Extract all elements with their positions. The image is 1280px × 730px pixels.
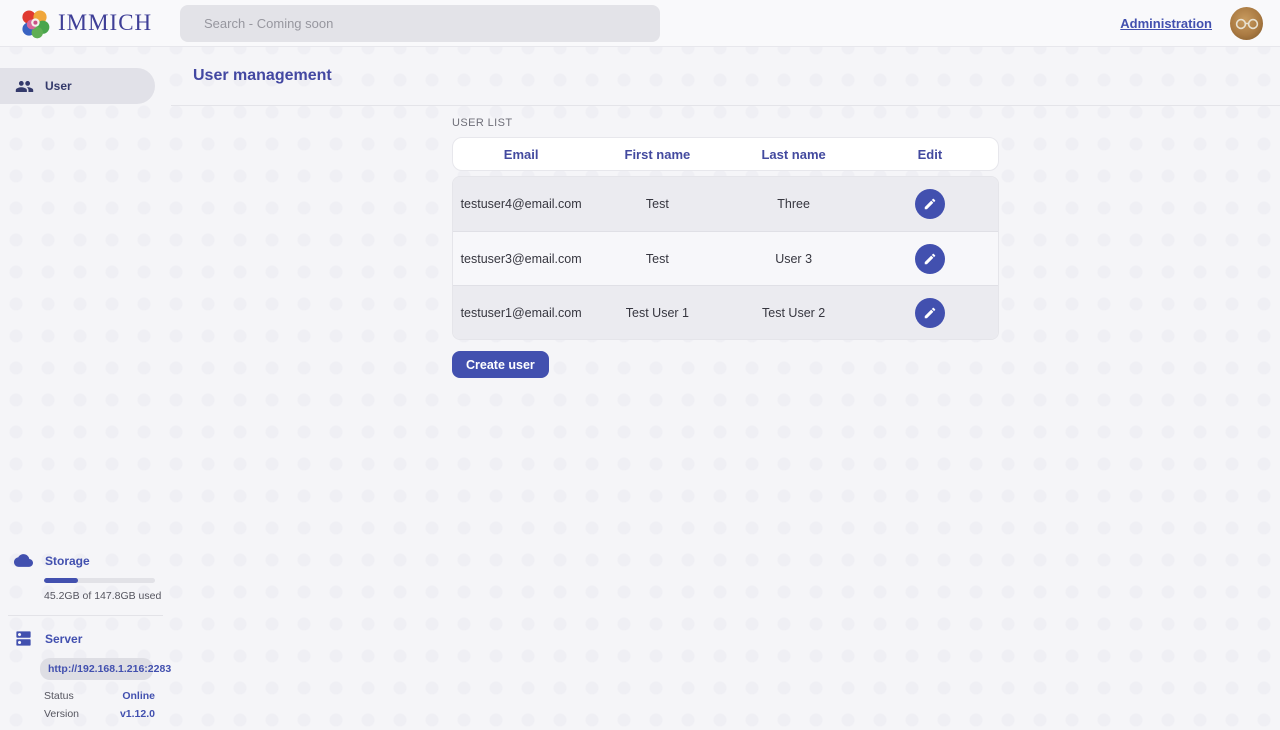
sidebar-item-user[interactable]: User <box>0 68 155 104</box>
status-label: Status <box>44 690 74 702</box>
table-row: testuser3@email.com Test User 3 <box>453 231 998 285</box>
administration-link[interactable]: Administration <box>1120 16 1212 31</box>
glasses-icon <box>1234 18 1260 30</box>
user-avatar[interactable] <box>1230 7 1263 40</box>
cell-last-name: User 3 <box>726 252 862 266</box>
server-status-row: Status Online <box>44 690 155 702</box>
storage-widget-header: Storage <box>0 551 171 570</box>
immich-flower-icon <box>18 7 51 40</box>
group-icon <box>15 77 34 96</box>
cell-first-name: Test <box>589 197 725 211</box>
cell-email: testuser4@email.com <box>453 197 589 211</box>
pencil-icon <box>923 306 937 320</box>
sidebar-item-label: User <box>45 79 72 93</box>
cell-email: testuser3@email.com <box>453 252 589 266</box>
page-title-bar: User management <box>171 47 1280 106</box>
main-content: User management USER LIST Email First na… <box>171 47 1280 730</box>
cell-last-name: Test User 2 <box>726 306 862 320</box>
cell-email: testuser1@email.com <box>453 306 589 320</box>
sidebar: User Storage 45.2GB of 147.8GB used Serv… <box>0 47 171 730</box>
cell-last-name: Three <box>726 197 862 211</box>
pencil-icon <box>923 252 937 266</box>
sidebar-footer: Storage 45.2GB of 147.8GB used Server ht… <box>0 551 171 720</box>
table-row: testuser4@email.com Test Three <box>453 177 998 231</box>
page-title: User management <box>193 67 332 85</box>
storage-progress-bar <box>44 578 155 583</box>
edit-user-button[interactable] <box>915 244 945 274</box>
dns-icon <box>14 629 33 648</box>
edit-user-button[interactable] <box>915 189 945 219</box>
table-row: testuser1@email.com Test User 1 Test Use… <box>453 285 998 339</box>
server-title: Server <box>45 632 82 646</box>
cloud-icon <box>14 551 33 570</box>
server-url: http://192.168.1.216:2283 <box>40 658 153 680</box>
immich-logo[interactable]: IMMICH <box>18 7 152 40</box>
column-header-email: Email <box>453 147 589 162</box>
cell-first-name: Test User 1 <box>589 306 725 320</box>
server-version-row: Version v1.12.0 <box>44 708 155 720</box>
column-header-first-name: First name <box>589 147 725 162</box>
user-table-header: Email First name Last name Edit <box>452 137 999 171</box>
topbar: IMMICH Administration <box>0 0 1280 47</box>
server-widget-header: Server <box>0 629 171 648</box>
sidebar-divider <box>8 615 163 616</box>
version-label: Version <box>44 708 79 720</box>
user-list-heading: USER LIST <box>452 117 999 129</box>
storage-usage-text: 45.2GB of 147.8GB used <box>44 590 171 602</box>
cell-first-name: Test <box>589 252 725 266</box>
column-header-last-name: Last name <box>726 147 862 162</box>
create-user-button[interactable]: Create user <box>452 351 549 378</box>
storage-progress-fill <box>44 578 78 583</box>
pencil-icon <box>923 197 937 211</box>
column-header-edit: Edit <box>862 147 998 162</box>
app-title: IMMICH <box>58 10 152 36</box>
user-table-body: testuser4@email.com Test Three testuser3… <box>452 176 999 340</box>
version-value: v1.12.0 <box>120 708 155 720</box>
status-value: Online <box>122 690 155 702</box>
edit-user-button[interactable] <box>915 298 945 328</box>
search-input[interactable] <box>180 5 660 42</box>
storage-title: Storage <box>45 554 90 568</box>
